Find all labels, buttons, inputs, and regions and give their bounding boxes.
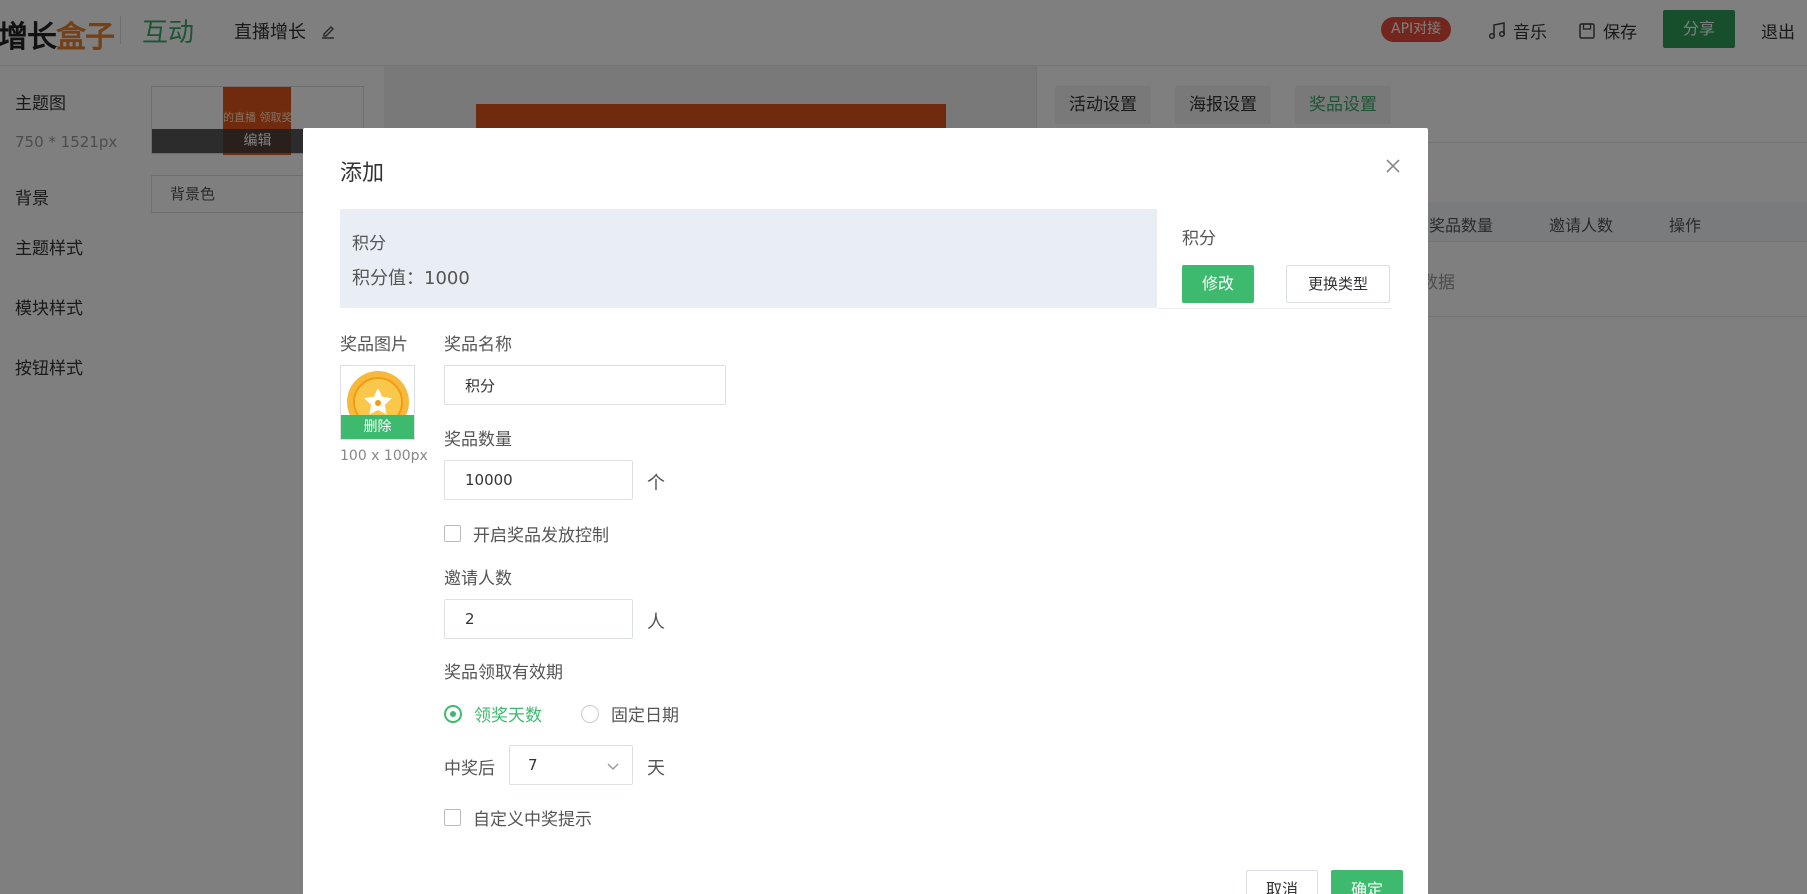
cancel-button[interactable]: 取消	[1246, 870, 1318, 894]
distribution-control-checkbox[interactable]: 开启奖品发放控制	[444, 521, 609, 546]
radio-claim-days-label: 领奖天数	[474, 706, 542, 726]
close-icon[interactable]	[1383, 156, 1403, 176]
checkbox[interactable]	[444, 809, 461, 826]
days-unit: 天	[647, 758, 665, 779]
days-select-value: 7	[528, 756, 538, 774]
prize-image-box[interactable]: 删除	[340, 365, 415, 440]
distribution-control-label: 开启奖品发放控制	[473, 526, 609, 546]
image-delete-button[interactable]: 删除	[341, 415, 414, 439]
radio-fixed-date[interactable]: 固定日期	[581, 701, 679, 726]
radio-claim-days[interactable]: 领奖天数	[444, 701, 542, 726]
card-divider	[1157, 308, 1391, 309]
validity-label: 奖品领取有效期	[444, 663, 563, 683]
prize-type: 积分	[352, 234, 386, 254]
quantity-unit: 个	[647, 473, 665, 494]
prize-quantity-label: 奖品数量	[444, 430, 512, 450]
prize-side-title: 积分	[1182, 229, 1216, 249]
days-select[interactable]: 7	[509, 745, 633, 785]
prize-image-label: 奖品图片	[340, 335, 408, 355]
after-win-label: 中奖后	[444, 759, 495, 779]
prize-value: 积分值：1000	[352, 268, 470, 289]
add-prize-modal: 添加 积分 积分值：1000 积分 修改 更换类型 奖品图片 删除 100 x …	[303, 128, 1428, 894]
modal-title: 添加	[340, 161, 385, 186]
invite-count-label: 邀请人数	[444, 569, 512, 589]
prize-name-label: 奖品名称	[444, 335, 512, 355]
confirm-button[interactable]: 确定	[1331, 870, 1403, 894]
chevron-down-icon	[607, 763, 619, 770]
checkbox[interactable]	[444, 525, 461, 542]
custom-tip-label: 自定义中奖提示	[473, 810, 592, 830]
radio-fixed-date-label: 固定日期	[611, 706, 679, 726]
prize-name-input[interactable]	[444, 365, 726, 405]
prize-quantity-input[interactable]	[444, 460, 633, 500]
custom-tip-checkbox[interactable]: 自定义中奖提示	[444, 805, 592, 830]
modify-button[interactable]: 修改	[1182, 265, 1254, 303]
radio-checked[interactable]	[444, 704, 462, 723]
invite-unit: 人	[647, 612, 665, 633]
prize-image-size: 100 x 100px	[340, 448, 428, 464]
invite-count-input[interactable]	[444, 599, 633, 639]
radio-unchecked[interactable]	[581, 704, 599, 723]
prize-summary-card: 积分 积分值：1000	[340, 209, 1157, 308]
change-type-button[interactable]: 更换类型	[1286, 265, 1390, 303]
